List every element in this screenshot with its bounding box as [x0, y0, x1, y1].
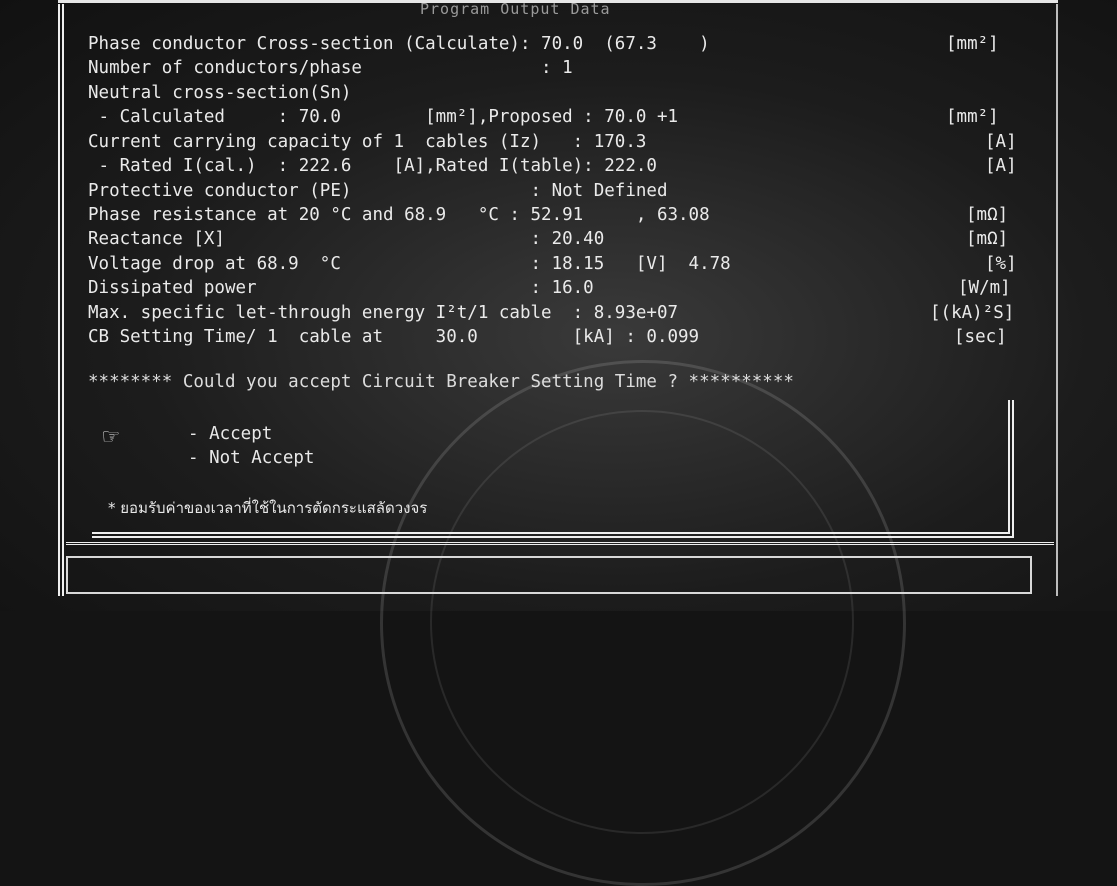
unit-phase-cross-section: [mm²] [946, 34, 999, 54]
confirm-prompt: ******** Could you accept Circuit Breake… [88, 372, 794, 392]
divider [66, 542, 1054, 545]
unit-let-through-energy: [(kA)²S] [930, 303, 1015, 323]
unit-dissipated-power: [W/m] [958, 278, 1011, 298]
hand-pointer-icon: ☞ [103, 422, 119, 452]
status-bar [66, 556, 1032, 594]
option-not-accept[interactable]: - Not Accept [188, 448, 314, 468]
row-neutral-calculated: - Calculated : 70.0 [mm²],Proposed : 70.… [88, 107, 679, 127]
row-current-capacity: Current carrying capacity of 1 cables (I… [88, 132, 647, 152]
row-protective-conductor: Protective conductor (PE) : Not Defined [88, 181, 668, 201]
row-dissipated-power: Dissipated power : 16.0 [88, 278, 594, 298]
hint-text: * ยอมรับค่าของเวลาที่ใช้ในการตัดกระแสลัด… [108, 499, 428, 517]
unit-cb-setting-time: [sec] [954, 327, 1007, 347]
row-phase-cross-section: Phase conductor Cross-section (Calculate… [88, 34, 710, 54]
unit-voltage-drop: [%] [985, 254, 1017, 274]
row-neutral-cross-section: Neutral cross-section(Sn) [88, 83, 352, 103]
row-rated-current: - Rated I(cal.) : 222.6 [A],Rated I(tabl… [88, 156, 657, 176]
row-cb-setting-time: CB Setting Time/ 1 cable at 30.0 [kA] : … [88, 327, 700, 347]
unit-reactance: [mΩ] [966, 229, 1009, 249]
unit-rated-current: [A] [985, 156, 1017, 176]
unit-phase-resistance: [mΩ] [966, 205, 1009, 225]
unit-neutral-calculated: [mm²] [946, 107, 999, 127]
window-title: Program Output Data [420, 0, 611, 18]
row-voltage-drop: Voltage drop at 68.9 °C : 18.15 [V] 4.78 [88, 254, 731, 274]
row-conductors-per-phase: Number of conductors/phase : 1 [88, 58, 573, 78]
option-accept[interactable]: - Accept [188, 424, 272, 444]
row-reactance: Reactance [X] : 20.40 [88, 229, 605, 249]
row-let-through-energy: Max. specific let-through energy I²t/1 c… [88, 303, 679, 323]
unit-current-capacity: [A] [985, 132, 1017, 152]
row-phase-resistance: Phase resistance at 20 °C and 68.9 °C : … [88, 205, 710, 225]
